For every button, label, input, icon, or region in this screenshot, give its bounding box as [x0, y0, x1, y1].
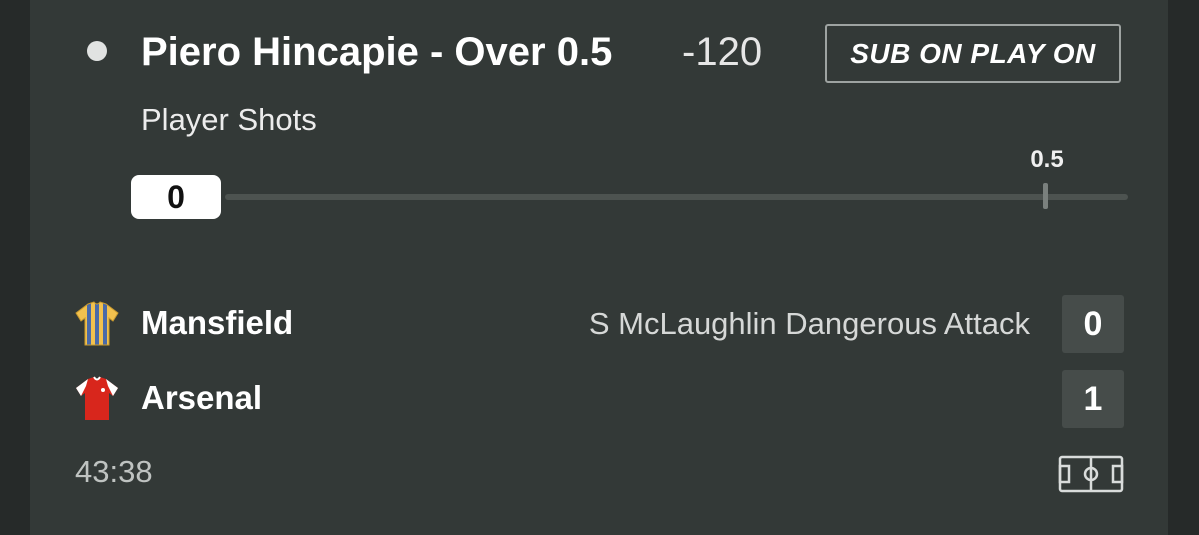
progress-track: [225, 194, 1128, 200]
current-progress-badge: 0: [131, 175, 221, 219]
home-team-name: Mansfield: [141, 304, 294, 341]
away-score: 1: [1062, 370, 1124, 428]
home-score: 0: [1062, 295, 1124, 353]
bet-card: Piero Hincapie - Over 0.5 -120 SUB ON PL…: [30, 0, 1168, 535]
pitch-icon[interactable]: [1058, 455, 1124, 493]
sub-on-play-on-button[interactable]: SUB ON PLAY ON: [825, 24, 1121, 83]
market-label: Player Shots: [141, 102, 317, 137]
threshold-label: 0.5: [1030, 146, 1064, 173]
arsenal-kit-icon: [76, 376, 118, 420]
live-commentary: S McLaughlin Dangerous Attack: [588, 306, 1030, 341]
status-dot-icon: [87, 41, 107, 61]
threshold-marker: [1043, 183, 1048, 209]
away-team-name: Arsenal: [141, 379, 263, 416]
match-clock: 43:38: [75, 454, 153, 489]
bet-odds: -120: [682, 30, 763, 74]
mansfield-kit-icon: [75, 301, 119, 346]
bet-selection-title: Piero Hincapie - Over 0.5: [141, 30, 613, 74]
